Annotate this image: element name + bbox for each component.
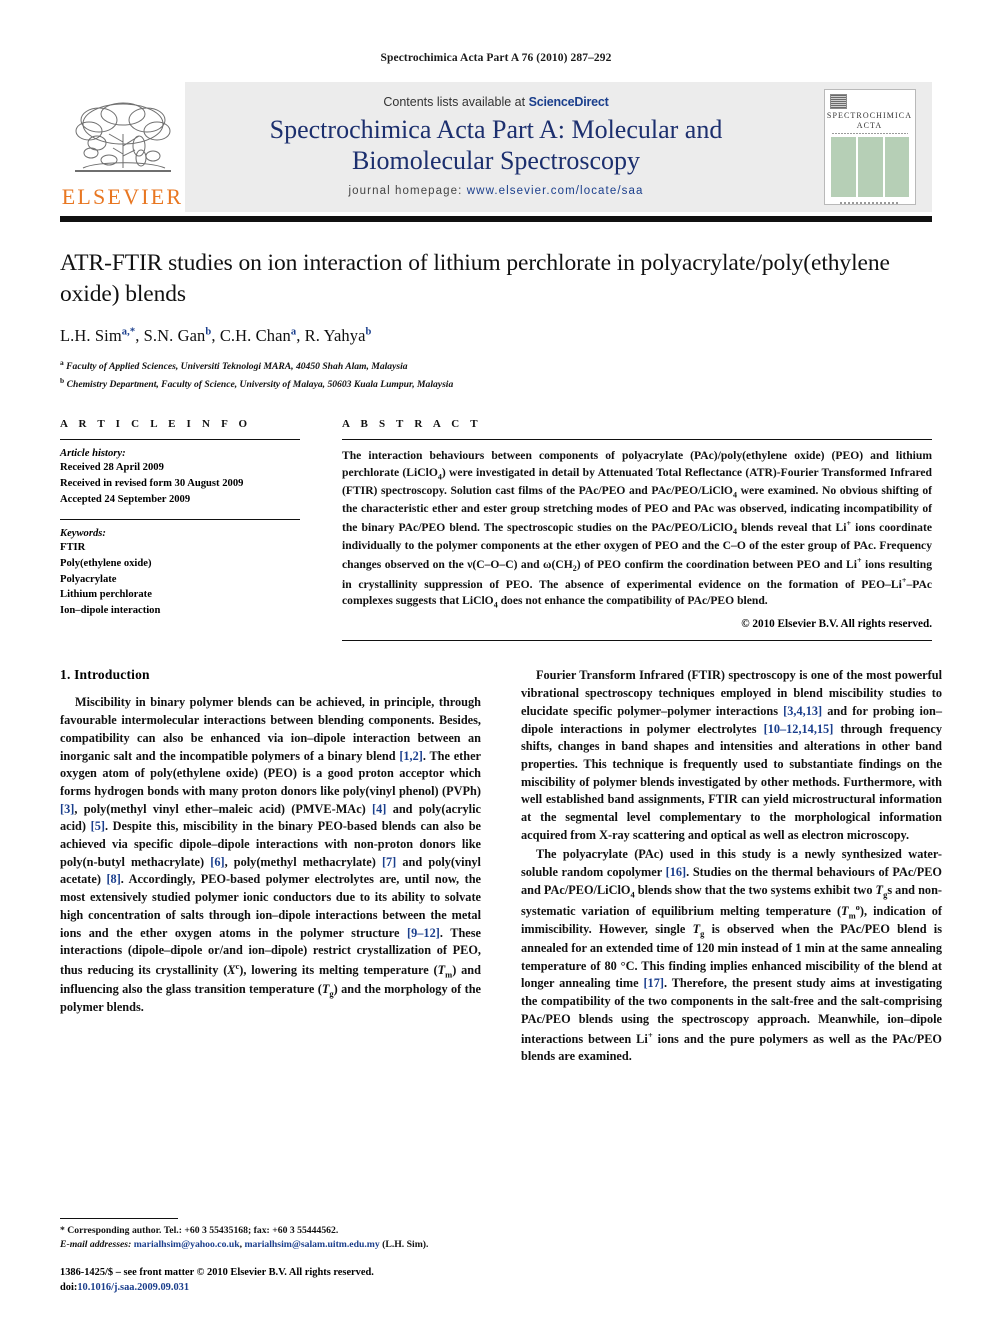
article-history-label: Article history:: [60, 448, 126, 460]
sciencedirect-link[interactable]: ScienceDirect: [529, 95, 609, 109]
info-abstract-row: A R T I C L E I N F O Article history: R…: [60, 418, 933, 642]
running-head: Spectrochimica Acta Part A 76 (2010) 287…: [380, 52, 612, 64]
article-history-0: Received 28 April 2009: [60, 462, 164, 474]
affiliation-a-text: Faculty of Applied Sciences, Universiti …: [66, 361, 408, 373]
elsevier-wordmark: ELSEVIER: [61, 184, 184, 209]
keyword-3: Lithium perchlorate: [60, 589, 152, 601]
paragraph-intro-1: Miscibility in binary polymer blends can…: [60, 695, 482, 1015]
cover-subtitle-rule: [831, 132, 908, 135]
title-block: ATR-FTIR studies on ion interaction of l…: [60, 248, 932, 392]
contents-prefix: Contents lists available at: [383, 94, 529, 109]
imprint-line: 1386-1425/$ – see front matter © 2010 El…: [60, 1266, 374, 1293]
abstract-copyright: © 2010 Elsevier B.V. All rights reserved…: [741, 618, 932, 631]
body-column-left: 1. Introduction Miscibility in binary po…: [60, 667, 481, 1068]
journal-homepage-line: journal homepage: www.elsevier.com/locat…: [349, 185, 644, 197]
author-list: L.H. Sima,*, S.N. Ganb, C.H. Chana, R. Y…: [60, 326, 372, 346]
contents-available-line: Contents lists available at ScienceDirec…: [383, 94, 609, 109]
homepage-url-link[interactable]: www.elsevier.com/locate/saa: [467, 185, 644, 197]
cover-title-line1: SPECTROCHIMICA: [826, 110, 913, 120]
keyword-4: Ion–dipole interaction: [60, 604, 161, 616]
masthead-divider: [60, 216, 932, 222]
affiliation-b-text: Chemistry Department, Faculty of Science…: [66, 378, 454, 390]
journal-title: Spectrochimica Acta Part A: Molecular an…: [270, 115, 723, 176]
section-heading-introduction: 1. Introduction: [60, 667, 150, 683]
elsevier-tree-icon: [74, 102, 171, 172]
paragraph-intro-2: Fourier Transform Infrared (FTIR) spectr…: [521, 668, 943, 842]
footnote-rule: [60, 1217, 178, 1219]
abstract-text: The interaction behaviours between compo…: [342, 449, 933, 610]
affiliation-b: b Chemistry Department, Faculty of Scien…: [60, 375, 454, 390]
abstract-block: A B S T R A C T The interaction behaviou…: [342, 418, 933, 642]
masthead-center: Contents lists available at ScienceDirec…: [185, 82, 807, 212]
abstract-rule-bottom: [342, 640, 932, 642]
keyword-2: Polyacrylate: [60, 573, 117, 585]
article-info-block: A R T I C L E I N F O Article history: R…: [60, 418, 300, 641]
article-history-2: Accepted 24 September 2009: [60, 493, 191, 505]
cover-footer-rule: [839, 202, 900, 204]
body-column-right: Fourier Transform Infrared (FTIR) spectr…: [521, 667, 942, 1068]
homepage-label: journal homepage:: [348, 185, 463, 198]
journal-cover-thumbnail: SPECTROCHIMICA ACTA: [823, 89, 916, 205]
body-columns: 1. Introduction Miscibility in binary po…: [60, 667, 942, 1068]
abstract-rule-top: [342, 439, 932, 441]
cover-title: SPECTROCHIMICA ACTA: [827, 111, 912, 131]
cover-title-line2: ACTA: [856, 120, 883, 130]
abstract-heading: A B S T R A C T: [342, 418, 482, 431]
journal-title-line1: Spectrochimica Acta Part A: Molecular an…: [269, 114, 723, 144]
page-title: ATR-FTIR studies on ion interaction of l…: [60, 250, 890, 307]
affiliation-list: a Faculty of Applied Sciences, Universit…: [60, 357, 932, 392]
publisher-logo: ELSEVIER: [60, 82, 185, 212]
keywords-label: Keywords:: [60, 528, 106, 540]
journal-title-line2: Biomolecular Spectroscopy: [351, 145, 641, 175]
cover-badge-icon: [829, 94, 847, 109]
article-info-rule-top: [60, 439, 300, 441]
article-history-1: Received in revised form 30 August 2009: [60, 477, 244, 489]
article-page: Spectrochimica Acta Part A 76 (2010) 287…: [0, 0, 992, 1323]
footnote-block: * Corresponding author. Tel.: +60 3 5543…: [60, 1217, 481, 1295]
affiliation-a: a Faculty of Applied Sciences, Universit…: [60, 358, 408, 373]
keyword-0: FTIR: [60, 542, 86, 554]
article-info-heading: A R T I C L E I N F O: [60, 418, 252, 431]
paragraph-intro-3: The polyacrylate (PAc) used in this stud…: [521, 847, 942, 1064]
cover-artwork: [830, 137, 909, 198]
journal-cover-container: SPECTROCHIMICA ACTA: [807, 82, 932, 212]
email-addresses-note: E-mail addresses: marialhsim@yahoo.co.uk…: [60, 1238, 429, 1250]
article-info-rule-mid: [60, 519, 300, 521]
corresponding-author-note: * Corresponding author. Tel.: +60 3 5543…: [60, 1224, 339, 1236]
journal-masthead: ELSEVIER Contents lists available at Sci…: [60, 82, 932, 212]
keyword-1: Poly(ethylene oxide): [60, 557, 152, 569]
